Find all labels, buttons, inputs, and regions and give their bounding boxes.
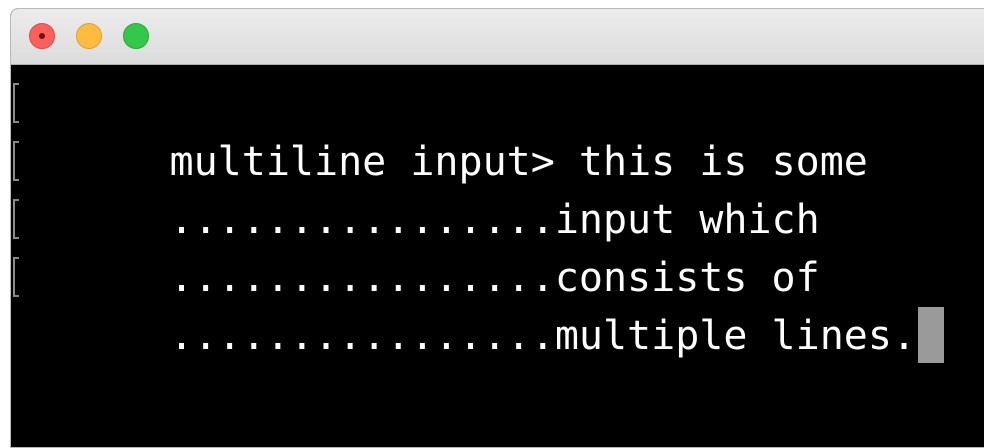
zoom-window-button[interactable] [123, 23, 149, 49]
title-bar[interactable] [11, 9, 984, 65]
continuation-prompt: ................ [169, 313, 555, 359]
line-marker-icon [13, 257, 19, 297]
terminal-line-3: ................consists of [13, 191, 984, 301]
line-marker-icon [13, 83, 19, 123]
terminal-line-4: ................multiple lines. [13, 249, 984, 363]
line-marker-icon [13, 199, 19, 239]
terminal-line-2: ................input which [13, 133, 984, 243]
line-marker-icon [13, 141, 19, 181]
minimize-window-button[interactable] [76, 23, 102, 49]
text-cursor [918, 307, 945, 363]
close-window-button[interactable] [29, 23, 55, 49]
terminal-line-1: multiline input> this is some [13, 75, 984, 185]
terminal-window: multiline input> this is some ..........… [10, 8, 984, 448]
input-text: multiple lines. [554, 313, 917, 359]
terminal-content[interactable]: multiline input> this is some ..........… [11, 65, 984, 447]
